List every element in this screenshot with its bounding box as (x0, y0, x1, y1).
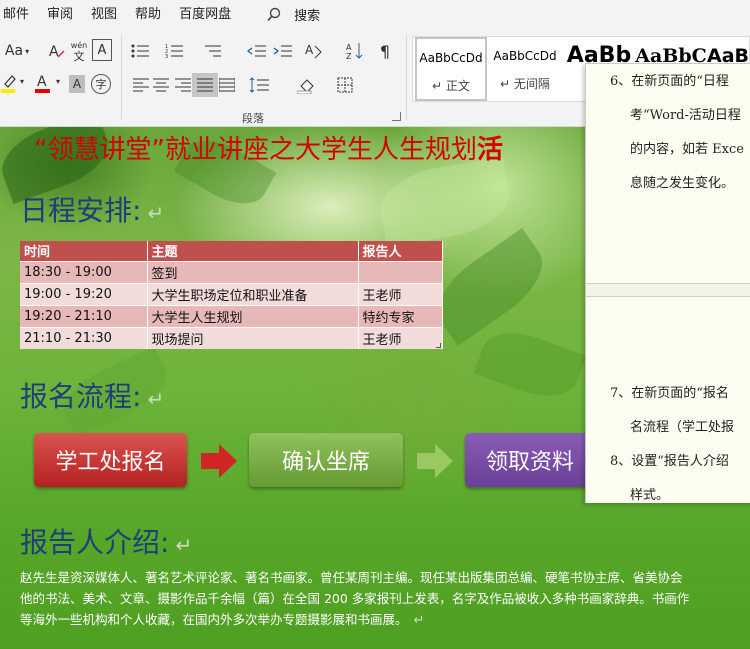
font-color-dropdown-icon[interactable]: ▾ (56, 77, 60, 86)
highlight-dropdown-icon[interactable]: ▾ (20, 77, 24, 86)
svg-text:A: A (305, 43, 314, 57)
intro-line: 赵先生是资深媒体人、著名艺术评论家、著名书画家。曾任某周刊主编。现任某出版集团总… (20, 570, 683, 585)
table-resize-handle-icon[interactable] (436, 343, 441, 348)
instruction-line: 考“Word-活动日程 (630, 108, 741, 123)
table-row: 19:20 - 21:10 大学生人生规划 特约专家 (20, 304, 443, 327)
page-break-divider (586, 283, 750, 297)
arrow-right-icon (417, 444, 453, 478)
table-cell (358, 260, 443, 283)
phonetic-guide-button[interactable]: wén 文 (70, 37, 88, 65)
ribbon-separator (406, 35, 407, 119)
sort-icon[interactable]: AZ (342, 39, 368, 63)
table-cell: 特约专家 (358, 304, 443, 327)
document-title: “领慧讲堂”就业讲座之大学生人生规划活 (34, 135, 503, 165)
heading-schedule: 日程安排: ↵ (20, 194, 165, 227)
increase-indent-icon[interactable] (270, 39, 296, 63)
intro-line: 他的书法、美术、文章、摄影作品千余幅（篇）在全国 200 多家报刊上发表，名字及… (20, 591, 690, 606)
instruction-line: 7、在新页面的“报名 (610, 386, 729, 401)
instruction-line: 6、在新页面的“日程 (610, 74, 729, 89)
paragraph-dialog-launcher-icon[interactable] (392, 112, 401, 121)
svg-text:Z: Z (346, 52, 352, 61)
search-icon (267, 7, 281, 21)
paragraph-group-label: 段落 (242, 112, 264, 125)
background-leaf (374, 156, 516, 248)
table-header-row: 时间 主题 报告人 (20, 241, 443, 261)
highlight-icon[interactable] (0, 71, 20, 95)
menu-bar: 邮件 审阅 视图 帮助 百度网盘 搜索 (0, 0, 750, 29)
table-cell: 王老师 (358, 326, 443, 349)
table-row: 18:30 - 19:00 签到 (20, 260, 443, 283)
ribbon-separator (121, 35, 122, 119)
table-cell: 19:20 - 21:10 (20, 304, 148, 327)
instruction-line: 8、设置“报告人介绍 (610, 454, 729, 469)
search-label: 搜索 (294, 9, 321, 24)
heading-speaker: 报告人介绍: ↵ (20, 526, 193, 559)
line-spacing-icon[interactable] (246, 73, 276, 97)
table-cell: 大学生职场定位和职业准备 (147, 282, 359, 305)
shading-icon[interactable] (294, 73, 324, 97)
instruction-line: 息随之发生变化。 (630, 176, 735, 191)
decrease-indent-icon[interactable] (244, 39, 270, 63)
step-confirm-seat-box[interactable]: 确认坐席 (249, 433, 403, 487)
speaker-intro-paragraph: 赵先生是资深媒体人、著名艺术评论家、著名书画家。曾任某周刊主编。现任某出版集团总… (20, 567, 750, 631)
change-case-button[interactable]: Aa ▾ (2, 39, 32, 63)
step-signup-box[interactable]: 学工处报名 (34, 433, 187, 487)
numbering-icon[interactable]: 123 (162, 39, 188, 63)
svg-text:A: A (346, 43, 352, 52)
font-color-icon[interactable]: A (30, 71, 56, 95)
show-formatting-marks-icon[interactable]: ¶ (372, 39, 398, 63)
style-no-spacing[interactable]: AaBbCcDd ↵ 无间隔 (489, 37, 561, 101)
character-border-button[interactable]: A (92, 39, 112, 61)
table-cell: 19:00 - 19:20 (20, 282, 148, 305)
table-header-cell: 时间 (20, 241, 148, 261)
table-cell: 18:30 - 19:00 (20, 260, 148, 283)
menu-review[interactable]: 审阅 (38, 0, 82, 29)
table-header-cell: 主题 (147, 241, 359, 261)
bullets-icon[interactable] (128, 39, 154, 63)
arrow-right-icon (201, 444, 237, 478)
svg-text:3: 3 (165, 54, 168, 59)
menu-view[interactable]: 视图 (82, 0, 126, 29)
menu-mailings[interactable]: 邮件 (0, 0, 38, 29)
instruction-line: 名流程（学工处报 (630, 420, 735, 435)
menu-help[interactable]: 帮助 (126, 0, 170, 29)
character-shading-button[interactable]: A (69, 75, 85, 93)
step-collect-materials-box[interactable]: 领取资料 (465, 433, 595, 487)
heading-signup: 报名流程: ↵ (20, 380, 165, 413)
instruction-line: 的内容，如若 Exce (630, 142, 744, 157)
intro-line: 等海外一些机构和个人收藏，在国内外多次举办专题摄影展和书画展。 (20, 612, 408, 627)
background-leaf (473, 321, 587, 408)
table-cell: 大学生人生规划 (147, 304, 359, 327)
table-cell: 现场提问 (147, 326, 359, 349)
text-direction-icon[interactable]: A (300, 39, 330, 63)
table-cell: 21:10 - 21:30 (20, 326, 148, 349)
style-normal[interactable]: AaBbCcDd ↵ 正文 (415, 37, 487, 101)
multilevel-list-icon[interactable] (200, 39, 226, 63)
table-row: 19:00 - 19:20 大学生职场定位和职业准备 王老师 (20, 282, 443, 305)
table-header-cell: 报告人 (358, 241, 443, 261)
table-cell: 签到 (147, 260, 359, 283)
svg-text:A: A (49, 44, 59, 60)
table-row: 21:10 - 21:30 现场提问 王老师 (20, 326, 443, 349)
enclose-characters-button[interactable]: 字 (91, 74, 111, 94)
table-cell: 王老师 (358, 282, 443, 305)
borders-icon[interactable] (330, 73, 360, 97)
instruction-line: 样式。 (630, 488, 670, 503)
clear-formatting-icon[interactable]: A (44, 39, 70, 63)
svg-text:A: A (37, 74, 47, 90)
search-box[interactable]: 搜索 (266, 5, 320, 24)
background-leaf (423, 228, 557, 346)
distributed-icon[interactable] (214, 73, 240, 97)
instructions-pane: 6、在新页面的“日程 考“Word-活动日程 的内容，如若 Exce 息随之发生… (585, 63, 750, 503)
schedule-table: 时间 主题 报告人 18:30 - 19:00 签到 19:00 - 19:20… (20, 241, 443, 349)
menu-baidu-netdisk[interactable]: 百度网盘 (170, 0, 240, 29)
